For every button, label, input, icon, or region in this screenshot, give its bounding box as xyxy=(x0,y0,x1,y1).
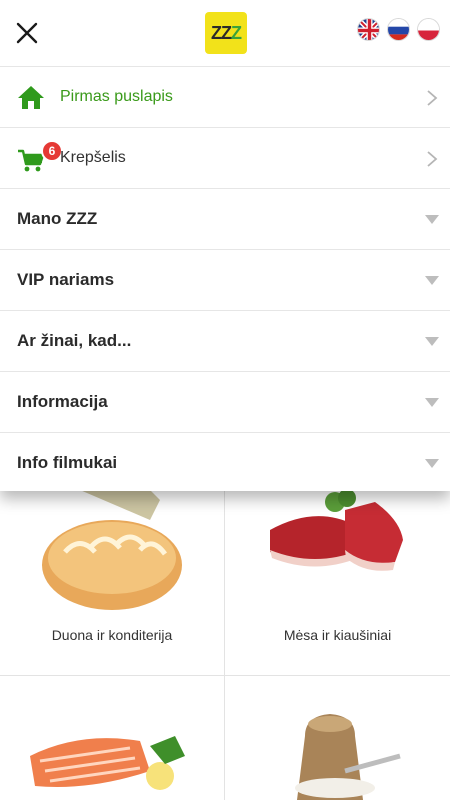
cart-icon-wrapper: 6 xyxy=(17,140,63,176)
menu-section-label: Mano ZZZ xyxy=(17,209,98,228)
chevron-right-icon xyxy=(427,90,438,106)
navigation-drawer: ZZ Z Pirmas puslapis 6 Krepšelis Mano ZZ… xyxy=(0,0,450,491)
home-icon xyxy=(18,86,44,109)
menu-section-informacija[interactable]: Informacija xyxy=(0,372,450,433)
menu-item-home[interactable]: Pirmas puslapis xyxy=(0,67,450,128)
menu-section-info-filmukai[interactable]: Info filmukai xyxy=(0,433,450,493)
brand-logo[interactable]: ZZ Z xyxy=(205,12,247,54)
category-label: Duona ir konditerija xyxy=(51,627,173,643)
menu-section-mano-zzz[interactable]: Mano ZZZ xyxy=(0,189,450,250)
category-tile-fish[interactable] xyxy=(0,676,225,800)
close-icon xyxy=(16,22,38,44)
caret-down-icon xyxy=(425,276,439,285)
menu-section-label: Info filmukai xyxy=(17,453,118,472)
logo-text-dark: ZZ xyxy=(211,22,232,43)
menu-section-label: VIP nariams xyxy=(17,270,115,289)
category-tile-flour[interactable] xyxy=(225,676,450,800)
drawer-header: ZZ Z xyxy=(0,0,450,67)
caret-down-icon xyxy=(425,337,439,346)
caret-down-icon xyxy=(425,215,439,224)
menu-item-cart-label: Krepšelis xyxy=(60,149,126,166)
menu-section-label: Informacija xyxy=(17,392,108,411)
menu-item-home-label: Pirmas puslapis xyxy=(60,88,173,105)
chevron-right-icon xyxy=(427,151,438,167)
logo-text-green: Z xyxy=(231,22,242,43)
russia-flag-icon[interactable] xyxy=(387,18,410,41)
caret-down-icon xyxy=(425,398,439,407)
menu-section-ar-zinai[interactable]: Ar žinai, kad... xyxy=(0,311,450,372)
close-button[interactable] xyxy=(12,18,42,48)
category-label: Mėsa ir kiaušiniai xyxy=(283,627,392,643)
flour-image xyxy=(295,714,401,800)
category-tile-meat[interactable]: Mėsa ir kiaušiniai xyxy=(225,480,450,676)
menu-section-vip[interactable]: VIP nariams xyxy=(0,250,450,311)
meat-image xyxy=(270,489,403,571)
uk-flag-icon[interactable] xyxy=(357,18,380,41)
fish-image xyxy=(30,736,185,790)
bread-image xyxy=(42,480,182,610)
language-switcher xyxy=(357,18,440,41)
caret-down-icon xyxy=(425,459,439,468)
category-tile-bread[interactable]: Duona ir konditerija xyxy=(0,480,225,676)
menu-item-cart[interactable]: 6 Krepšelis xyxy=(0,128,450,189)
menu-section-label: Ar žinai, kad... xyxy=(17,331,132,350)
poland-flag-icon[interactable] xyxy=(417,18,440,41)
